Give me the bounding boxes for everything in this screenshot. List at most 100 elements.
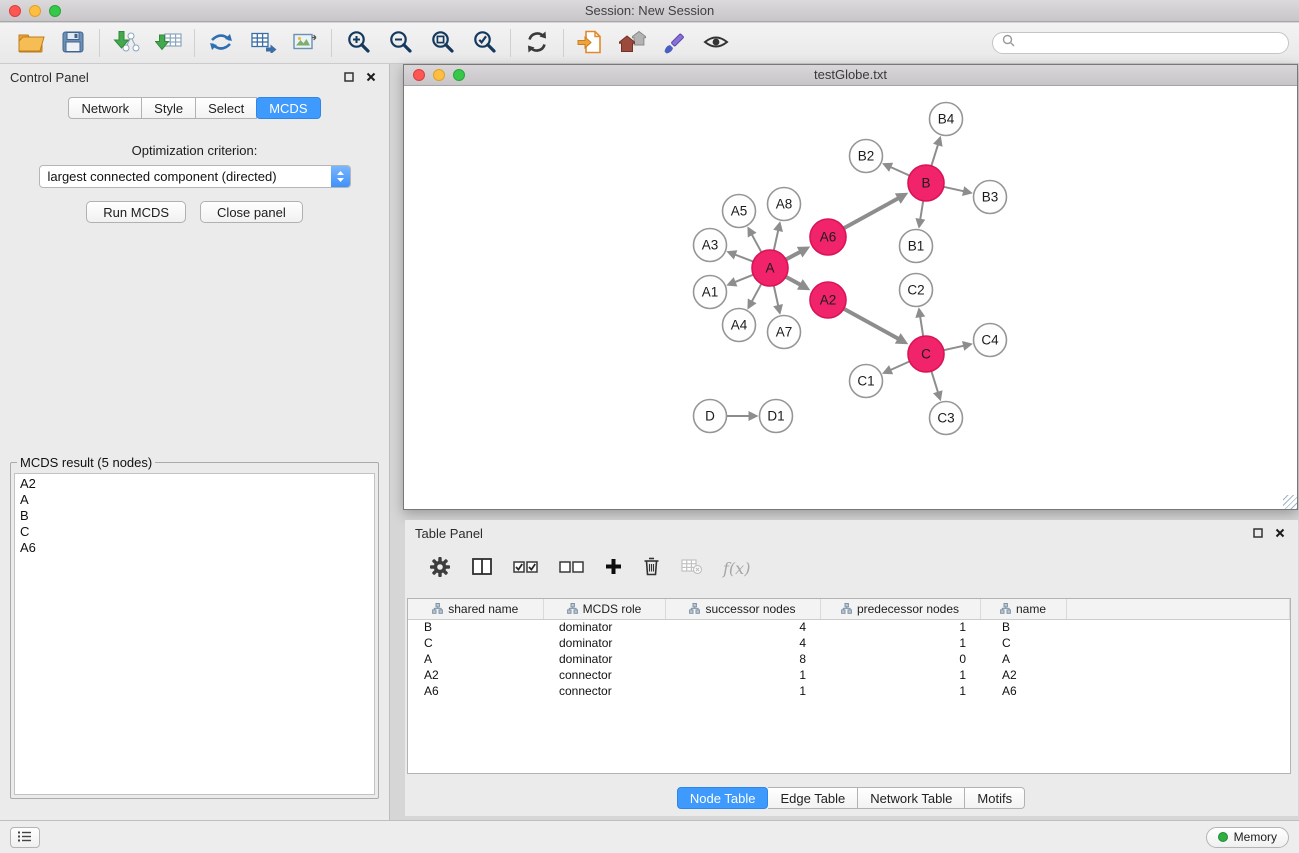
mcds-result-item[interactable]: C: [20, 524, 369, 540]
export-document-button[interactable]: [569, 26, 611, 60]
mcds-result-item[interactable]: A2: [20, 476, 369, 492]
cell-MCDS-role[interactable]: connector: [543, 683, 665, 699]
edge-A-A1[interactable]: [735, 275, 754, 283]
edge-A6-B[interactable]: [844, 198, 899, 228]
close-control-panel-button[interactable]: [363, 69, 379, 85]
tab-network[interactable]: Network: [68, 97, 142, 119]
table-row[interactable]: A2connector11A2: [408, 667, 1290, 683]
mcds-result-item[interactable]: A: [20, 492, 369, 508]
run-mcds-button[interactable]: Run MCDS: [86, 201, 186, 223]
edge-C-C1[interactable]: [890, 361, 909, 370]
tab-select[interactable]: Select: [196, 97, 257, 119]
edge-A-A8[interactable]: [774, 230, 779, 251]
close-panel-button[interactable]: Close panel: [200, 201, 303, 223]
network-arrows-button[interactable]: [200, 26, 242, 60]
cell-name[interactable]: A6: [980, 683, 1066, 699]
deselect-all-button[interactable]: [559, 560, 584, 577]
cell-successor-nodes[interactable]: 4: [665, 619, 820, 635]
cell-successor-nodes[interactable]: 8: [665, 651, 820, 667]
minimize-window-button[interactable]: [29, 5, 41, 17]
network-canvas[interactable]: B4B2BB3A5A8A6A3B1AA1C2A2A4A7CC4C1C3DD1: [404, 87, 1297, 509]
cell-name[interactable]: A2: [980, 667, 1066, 683]
mcds-result-item[interactable]: B: [20, 508, 369, 524]
tab-node-table[interactable]: Node Table: [677, 787, 769, 809]
cell-name[interactable]: C: [980, 635, 1066, 651]
column-header-shared-name[interactable]: shared name: [408, 599, 543, 619]
column-header-MCDS-role[interactable]: MCDS role: [543, 599, 665, 619]
show-column-button[interactable]: [472, 558, 492, 578]
cell-name[interactable]: A: [980, 651, 1066, 667]
export-image-button[interactable]: [284, 26, 326, 60]
import-table-file-button[interactable]: [147, 26, 189, 60]
zoom-selected-button[interactable]: [463, 26, 505, 60]
edge-A-A4[interactable]: [752, 284, 762, 302]
search-input[interactable]: [1020, 36, 1279, 50]
table-row[interactable]: Adominator80A: [408, 651, 1290, 667]
save-session-button[interactable]: [52, 26, 94, 60]
delete-table-button[interactable]: [681, 559, 702, 577]
network-zoom-button[interactable]: [453, 69, 465, 81]
column-header-predecessor-nodes[interactable]: predecessor nodes: [820, 599, 980, 619]
tab-style[interactable]: Style: [142, 97, 196, 119]
cell-shared-name[interactable]: A6: [408, 683, 543, 699]
cell-successor-nodes[interactable]: 1: [665, 667, 820, 683]
toggle-graphics-details-button[interactable]: [695, 26, 737, 60]
cell-predecessor-nodes[interactable]: 1: [820, 667, 980, 683]
tab-mcds[interactable]: MCDS: [256, 97, 320, 119]
edge-C-C2[interactable]: [920, 316, 923, 336]
import-network-file-button[interactable]: [105, 26, 147, 60]
cell-predecessor-nodes[interactable]: 1: [820, 683, 980, 699]
edge-B-B4[interactable]: [931, 144, 938, 166]
edge-A-A6[interactable]: [786, 252, 801, 260]
cell-predecessor-nodes[interactable]: 0: [820, 651, 980, 667]
column-header-successor-nodes[interactable]: successor nodes: [665, 599, 820, 619]
refresh-view-button[interactable]: [516, 26, 558, 60]
home-button[interactable]: [611, 26, 653, 60]
cell-shared-name[interactable]: B: [408, 619, 543, 635]
cell-MCDS-role[interactable]: dominator: [543, 619, 665, 635]
zoom-window-button[interactable]: [49, 5, 61, 17]
cell-MCDS-role[interactable]: connector: [543, 667, 665, 683]
mcds-result-item[interactable]: A6: [20, 540, 369, 556]
cell-shared-name[interactable]: A: [408, 651, 543, 667]
cell-successor-nodes[interactable]: 1: [665, 683, 820, 699]
table-row[interactable]: Bdominator41B: [408, 619, 1290, 635]
cell-successor-nodes[interactable]: 4: [665, 635, 820, 651]
edge-A-A2[interactable]: [786, 277, 801, 285]
edge-B-B2[interactable]: [890, 167, 909, 176]
column-header-name[interactable]: name: [980, 599, 1066, 619]
task-monitor-button[interactable]: [10, 827, 40, 848]
select-all-button[interactable]: [513, 560, 538, 577]
window-resize-grip[interactable]: [1283, 495, 1297, 509]
network-close-button[interactable]: [413, 69, 425, 81]
edge-A-A5[interactable]: [752, 234, 762, 252]
close-table-panel-button[interactable]: [1272, 525, 1288, 541]
criterion-dropdown[interactable]: largest connected component (directed): [39, 165, 351, 188]
edge-A-A3[interactable]: [735, 255, 754, 262]
add-column-button[interactable]: [605, 558, 622, 578]
zoom-out-button[interactable]: [379, 26, 421, 60]
edge-B-B3[interactable]: [944, 187, 965, 192]
float-table-panel-button[interactable]: [1250, 525, 1266, 541]
memory-button[interactable]: Memory: [1206, 827, 1289, 848]
cell-shared-name[interactable]: C: [408, 635, 543, 651]
network-minimize-button[interactable]: [433, 69, 445, 81]
zoom-fit-button[interactable]: [421, 26, 463, 60]
cell-shared-name[interactable]: A2: [408, 667, 543, 683]
edge-A2-C[interactable]: [844, 309, 899, 339]
edge-A-A7[interactable]: [774, 286, 779, 307]
edge-B-B1[interactable]: [920, 201, 923, 220]
function-builder-button[interactable]: f(x): [723, 559, 750, 578]
cell-name[interactable]: B: [980, 619, 1066, 635]
tab-network-table[interactable]: Network Table: [858, 787, 965, 809]
open-session-button[interactable]: [10, 26, 52, 60]
tab-edge-table[interactable]: Edge Table: [768, 787, 858, 809]
close-window-button[interactable]: [9, 5, 21, 17]
export-table-button[interactable]: [242, 26, 284, 60]
cell-predecessor-nodes[interactable]: 1: [820, 635, 980, 651]
float-panel-button[interactable]: [341, 69, 357, 85]
table-row[interactable]: A6connector11A6: [408, 683, 1290, 699]
cell-predecessor-nodes[interactable]: 1: [820, 619, 980, 635]
table-settings-button[interactable]: [429, 556, 451, 581]
delete-column-button[interactable]: [643, 557, 660, 579]
